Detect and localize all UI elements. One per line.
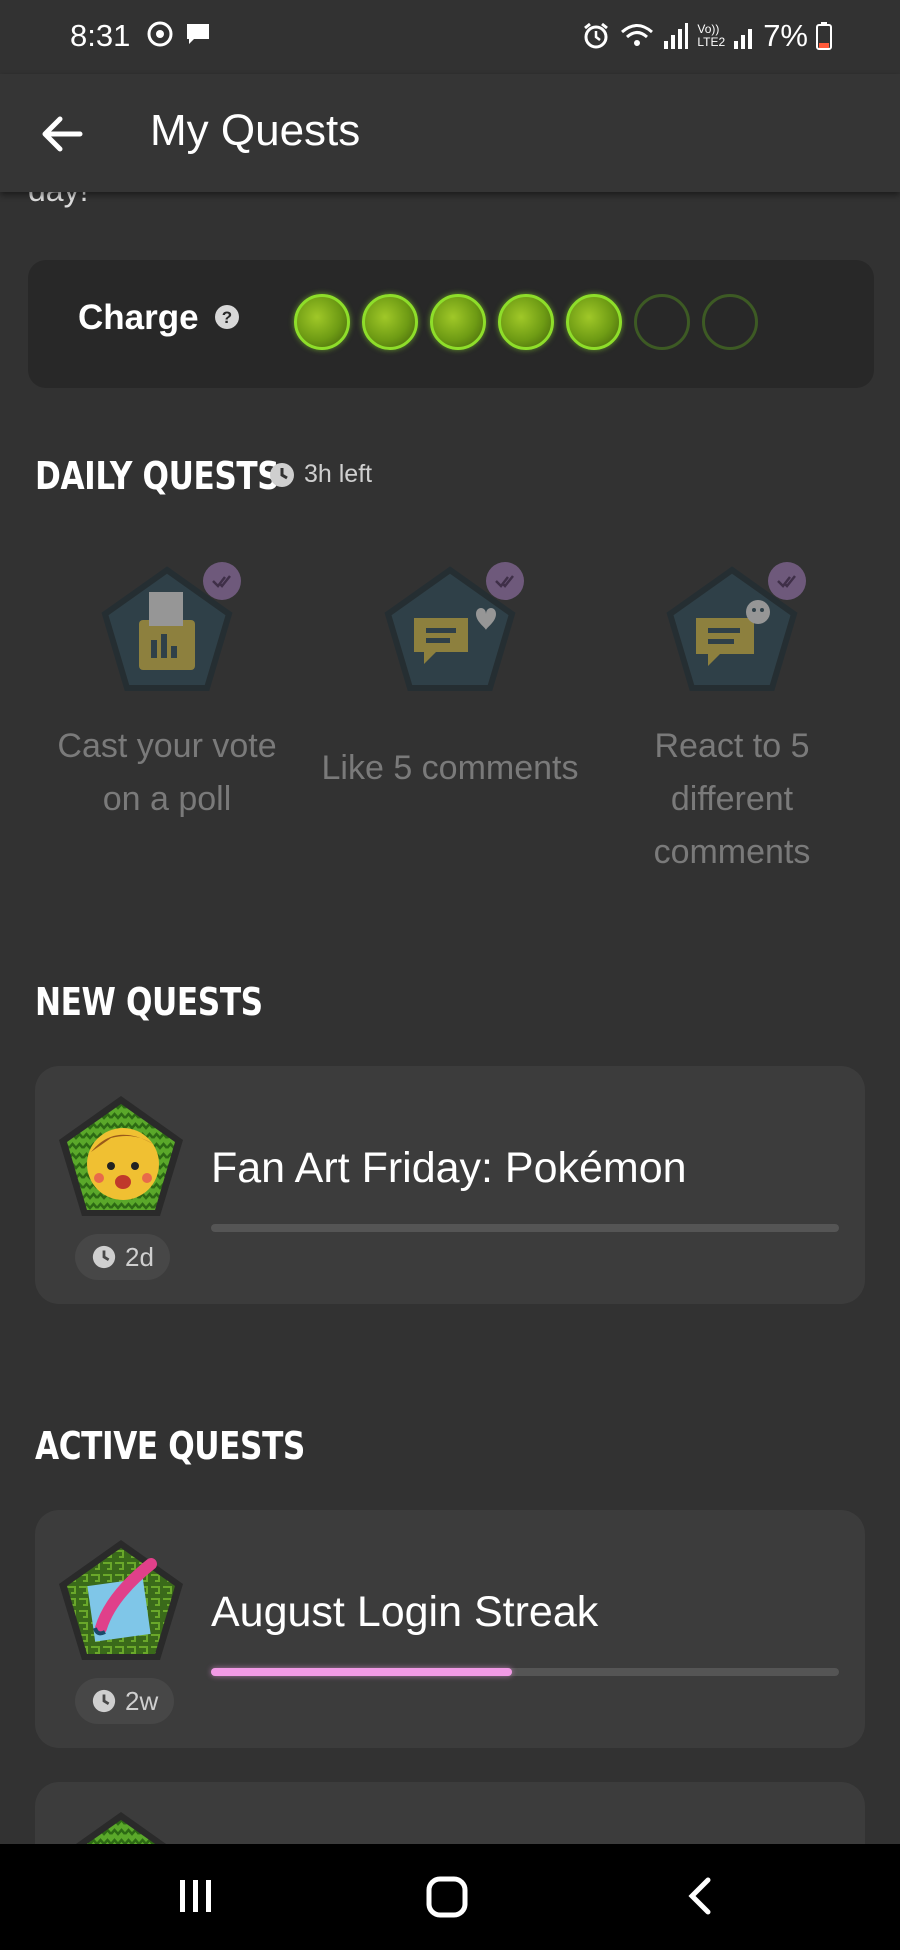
charge-label: Charge	[78, 298, 199, 337]
quest-progress-bar	[211, 1224, 839, 1232]
check-badge	[768, 562, 806, 600]
wifi-icon	[621, 24, 654, 46]
duration-chip: 2d	[75, 1234, 170, 1280]
quest-progress-fill	[211, 1668, 513, 1676]
charge-card: Charge ?	[28, 260, 874, 388]
help-icon[interactable]: ?	[214, 304, 240, 330]
daily-quest-card[interactable]: React to 5 different comments	[602, 562, 862, 879]
clock-icon	[270, 462, 294, 487]
home-icon[interactable]	[426, 1876, 468, 1918]
app-bar: My Quests	[0, 74, 900, 192]
daily-quest-badge	[97, 562, 241, 702]
new-quest-card[interactable]: 2d Fan Art Friday: Pokémon	[35, 1066, 865, 1304]
active-quests-title: ACTIVE QUESTS	[35, 1424, 305, 1468]
daily-quest-label: Cast your vote on a poll	[57, 727, 277, 818]
new-quests-title: NEW QUESTS	[35, 980, 263, 1024]
daily-quest-label: React to 5 different comments	[653, 727, 811, 871]
svg-text:?: ?	[222, 308, 232, 327]
duration-chip: 2w	[75, 1678, 175, 1724]
message-icon	[187, 24, 209, 44]
feather-quill-badge-icon	[59, 1540, 183, 1660]
active-quest-card[interactable]: 2w August Login Streak	[35, 1510, 865, 1748]
network-label-bottom: LTE2	[697, 35, 726, 49]
quests-content[interactable]: day! Charge ? DAILY QUESTS 3h left	[0, 192, 900, 1844]
duration-text: 2w	[125, 1685, 159, 1716]
status-time: 8:31	[70, 18, 131, 53]
charge-dot-empty	[702, 294, 758, 350]
quest-title: Fan Art Friday: Pokémon	[211, 1144, 687, 1192]
sync-icon	[147, 21, 173, 47]
quest-badge-icon	[75, 1812, 167, 1844]
charge-dot-empty	[634, 294, 690, 350]
system-nav-bar	[0, 1844, 900, 1950]
recent-apps-icon[interactable]	[176, 1876, 216, 1916]
clock-icon	[92, 1245, 116, 1269]
alarm-icon	[584, 22, 609, 49]
status-right-icons: Vo)) LTE2 7%	[581, 18, 832, 54]
signal-2-icon	[734, 29, 753, 49]
daily-quest-card[interactable]: Like 5 comments	[320, 562, 580, 795]
charge-dot-filled	[498, 294, 554, 350]
check-badge	[203, 562, 241, 600]
status-bar: 8:31 Vo)) LTE2 7%	[0, 0, 900, 74]
intro-text: day!	[28, 192, 88, 209]
signal-icon	[664, 23, 689, 49]
page-title: My Quests	[150, 106, 361, 155]
pokemon-fan-art-badge-icon	[59, 1096, 183, 1216]
charge-dot-filled	[566, 294, 622, 350]
daily-quest-badge	[662, 562, 806, 702]
daily-quest-label: Like 5 comments	[321, 749, 579, 787]
daily-quest-card[interactable]: Cast your vote on a poll	[37, 562, 297, 826]
back-arrow-icon[interactable]	[36, 108, 88, 160]
charge-dot-filled	[430, 294, 486, 350]
daily-time-left: 3h left	[268, 460, 372, 489]
daily-quest-badge	[380, 562, 524, 702]
charge-dot-filled	[362, 294, 418, 350]
daily-quests-title: DAILY QUESTS	[35, 454, 280, 498]
duration-text: 2d	[125, 1241, 154, 1272]
quest-title: August Login Streak	[211, 1588, 599, 1636]
check-badge	[486, 562, 524, 600]
clock-icon	[92, 1689, 116, 1713]
back-nav-icon[interactable]	[686, 1876, 714, 1916]
quest-progress-bar	[211, 1668, 839, 1676]
active-quest-card[interactable]	[35, 1782, 865, 1844]
status-left-icons	[146, 20, 212, 48]
battery-icon	[816, 22, 832, 50]
battery-text: 7%	[763, 18, 808, 53]
daily-time-left-text: 3h left	[304, 460, 373, 488]
charge-dot-filled	[294, 294, 350, 350]
network-label: Vo)) LTE2	[697, 23, 725, 49]
charge-meter	[294, 294, 758, 350]
